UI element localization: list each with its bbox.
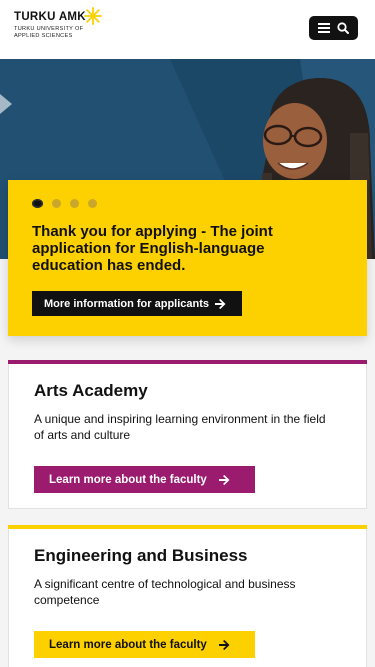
learn-more-button[interactable]: Learn more about the faculty (34, 466, 255, 493)
arrow-right-icon (218, 639, 230, 650)
search-icon (337, 22, 349, 34)
faculty-description: A significant centre of technological an… (34, 577, 296, 607)
site-header: TURKU AMK TURKU UNIVERSITY OF APPLIED SC… (0, 0, 375, 59)
more-information-button[interactable]: More information for applicants (32, 291, 242, 316)
faculty-accent-bar (8, 525, 367, 529)
slider-dots (32, 199, 97, 208)
faculty-description: A unique and inspiring learning environm… (34, 412, 326, 442)
faculty-card-arts-academy: Arts Academy A unique and inspiring lear… (8, 360, 367, 509)
slide-dot-3[interactable] (70, 199, 79, 208)
slide-dot-2[interactable] (52, 199, 61, 208)
faculty-title: Arts Academy (34, 381, 148, 400)
faculty-title: Engineering and Business (34, 546, 248, 565)
learn-more-label: Learn more about the faculty (49, 638, 207, 651)
arrow-right-icon (215, 298, 226, 309)
learn-more-label: Learn more about the faculty (49, 473, 207, 486)
application-announcement-card: Thank you for applying - The joint appli… (8, 180, 367, 336)
faculty-accent-bar (8, 360, 367, 364)
logo-title: TURKU AMK (14, 11, 86, 23)
faculty-card-engineering-business: Engineering and Business A significant c… (8, 525, 367, 667)
hamburger-icon (318, 23, 330, 33)
slide-dot-4[interactable] (88, 199, 97, 208)
slide-dot-1[interactable] (32, 199, 43, 208)
arrow-right-icon (218, 474, 230, 485)
learn-more-button[interactable]: Learn more about the faculty (34, 631, 255, 658)
logo-star-icon (84, 7, 102, 25)
announcement-title: Thank you for applying - The joint appli… (32, 223, 273, 274)
more-information-label: More information for applicants (44, 297, 210, 310)
turku-amk-logo[interactable]: TURKU AMK TURKU UNIVERSITY OF APPLIED SC… (14, 7, 102, 39)
logo-subtitle: TURKU UNIVERSITY OF APPLIED SCIENCES (14, 26, 84, 39)
menu-search-button[interactable] (309, 16, 358, 40)
